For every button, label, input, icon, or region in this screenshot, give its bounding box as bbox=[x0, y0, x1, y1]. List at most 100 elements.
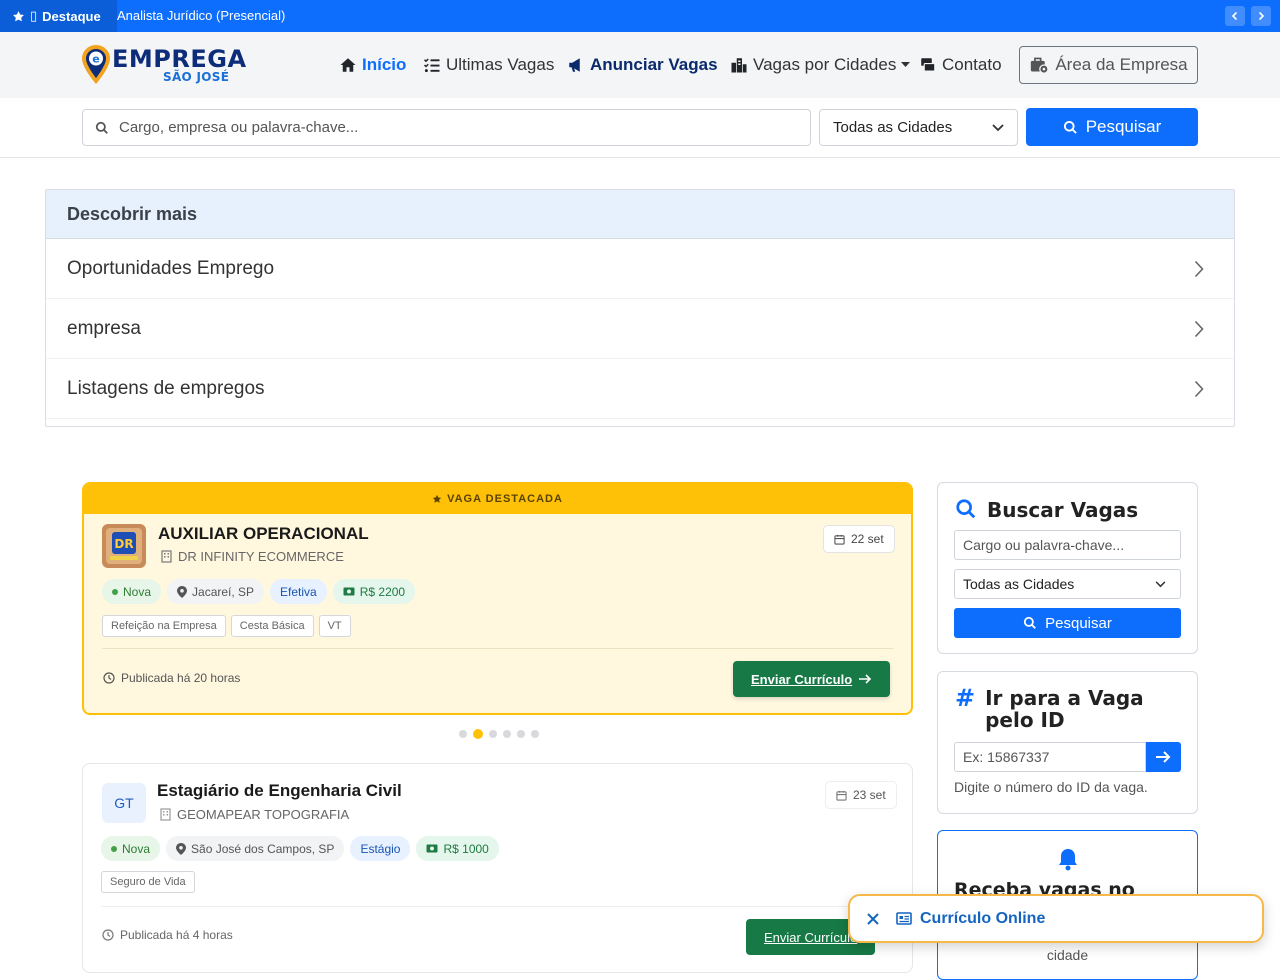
job-benefits: Refeição na Empresa Cesta Básica VT bbox=[102, 615, 351, 637]
tag-location: Jacareí, SP bbox=[167, 579, 265, 604]
tag-salary-label: R$ 2200 bbox=[359, 584, 406, 599]
tag-location: São José dos Campos, SP bbox=[166, 836, 345, 861]
ticker-prev-button[interactable] bbox=[1225, 6, 1245, 26]
chevron-right-icon bbox=[1194, 320, 1204, 337]
star-icon bbox=[13, 10, 24, 21]
carousel-dot[interactable] bbox=[489, 730, 497, 738]
job-card[interactable]: GT Estagiário de Engenharia Civil GEOMAP… bbox=[82, 763, 913, 973]
job-title[interactable]: AUXILIAR OPERACIONAL bbox=[158, 524, 369, 544]
job-company-name: GEOMAPEAR TOPOGRAFIA bbox=[177, 807, 350, 822]
online-resume-link[interactable]: Currículo Online bbox=[896, 910, 1045, 928]
job-published-label: Publicada há 4 horas bbox=[120, 928, 233, 942]
tag-salary-label: R$ 1000 bbox=[443, 841, 489, 856]
company-area-label: Área da Empresa bbox=[1055, 55, 1188, 74]
search-button[interactable]: Pesquisar bbox=[1026, 108, 1198, 146]
bookmark-glyph-icon: ▯ bbox=[30, 8, 38, 23]
new-dot-icon bbox=[111, 845, 117, 852]
send-resume-button[interactable]: Enviar Currículo bbox=[733, 661, 891, 697]
carousel-dot-active[interactable] bbox=[473, 729, 483, 739]
sidebar-search-title-label: Buscar Vagas bbox=[987, 498, 1139, 522]
company-logo-image: DR bbox=[102, 524, 146, 568]
company-area-button[interactable]: Área da Empresa bbox=[1019, 46, 1198, 84]
discover-item-label: empresa bbox=[67, 317, 141, 339]
online-resume-label: Currículo Online bbox=[920, 909, 1046, 927]
site-logo[interactable]: e EMPREGA SÃO JOSÉ bbox=[81, 44, 246, 86]
nav-label-contato: Contato bbox=[942, 55, 1002, 74]
new-dot-icon bbox=[112, 588, 118, 595]
svg-text:e: e bbox=[92, 53, 99, 66]
discover-item[interactable]: Oportunidades Emprego bbox=[46, 239, 1234, 299]
bell-icon bbox=[1059, 849, 1077, 871]
sidebar-id-title-label: Ir para a Vaga pelo ID bbox=[985, 686, 1144, 732]
floating-resume-bar: Currículo Online bbox=[848, 894, 1264, 943]
go-to-id-button[interactable] bbox=[1146, 742, 1181, 772]
company-logo: DR bbox=[102, 524, 146, 568]
job-published: Publicada há 20 horas bbox=[103, 671, 240, 685]
sidebar-search-input[interactable]: Cargo ou palavra-chave... bbox=[954, 530, 1181, 560]
tag-new-label: Nova bbox=[122, 841, 151, 856]
arrow-right-icon bbox=[859, 674, 872, 684]
sidebar-search-button[interactable]: Pesquisar bbox=[954, 608, 1181, 638]
job-benefits: Seguro de Vida bbox=[101, 871, 195, 893]
tag-contract-type: Efetiva bbox=[270, 579, 327, 604]
ticker-next-button[interactable] bbox=[1251, 6, 1271, 26]
city-buildings-icon bbox=[731, 58, 747, 73]
nav-label-ultimas-vagas: Ultimas Vagas bbox=[446, 55, 555, 74]
nav-link-inicio[interactable]: Início bbox=[339, 32, 406, 98]
featured-job-card[interactable]: VAGA DESTACADA DR AUXILIAR OPERACIONAL D… bbox=[82, 482, 913, 715]
calendar-icon bbox=[834, 534, 845, 545]
carousel-dot[interactable] bbox=[459, 730, 467, 738]
calendar-icon bbox=[836, 790, 847, 801]
tag-contract-type: Estágio bbox=[350, 836, 411, 861]
chevron-right-icon bbox=[1194, 380, 1204, 397]
nav-link-contato[interactable]: Contato bbox=[919, 32, 1002, 98]
card-divider bbox=[102, 648, 893, 649]
sidebar-city-select[interactable]: Todas as Cidades bbox=[954, 569, 1181, 599]
search-placeholder: Cargo, empresa ou palavra-chave... bbox=[119, 119, 359, 136]
job-company-name: DR INFINITY ECOMMERCE bbox=[178, 549, 344, 564]
job-title[interactable]: Estagiário de Engenharia Civil bbox=[157, 781, 402, 801]
featured-badge: ▯ Destaque bbox=[0, 0, 117, 32]
discover-item[interactable]: empresa bbox=[46, 299, 1234, 359]
money-icon bbox=[426, 844, 438, 853]
city-select[interactable]: Todas as Cidades bbox=[819, 109, 1018, 146]
megaphone-icon bbox=[569, 58, 580, 72]
carousel-dot[interactable] bbox=[517, 730, 525, 738]
nav-dropdown-cidades[interactable]: Vagas por Cidades bbox=[730, 32, 911, 98]
ticker-job-link[interactable]: Analista Jurídico (Presencial) bbox=[117, 0, 285, 32]
carousel-indicators bbox=[459, 729, 539, 739]
chevron-left-icon bbox=[1231, 11, 1238, 21]
location-pin-logo-icon: e bbox=[82, 45, 110, 84]
clock-icon bbox=[102, 929, 114, 941]
search-input[interactable]: Cargo, empresa ou palavra-chave... bbox=[82, 109, 811, 146]
chevron-right-icon bbox=[1194, 260, 1204, 277]
send-resume-label: Enviar Currículo bbox=[764, 929, 858, 945]
home-icon bbox=[340, 58, 356, 72]
discover-item-label: Oportunidades Emprego bbox=[67, 257, 275, 279]
chevron-down-icon bbox=[1155, 580, 1166, 587]
job-company: GEOMAPEAR TOPOGRAFIA bbox=[160, 807, 349, 822]
logo-text-main: EMPREGA bbox=[112, 45, 247, 73]
search-icon bbox=[95, 121, 108, 134]
sidebar-city-select-value: Todas as Cidades bbox=[963, 576, 1075, 592]
site-header: e EMPREGA SÃO JOSÉ Início Ultimas Vagas … bbox=[0, 32, 1280, 98]
logo-text-sub: SÃO JOSÉ bbox=[163, 70, 230, 84]
job-id-input[interactable]: Ex: 15867337 bbox=[954, 742, 1146, 772]
sidebar-id-title: # Ir para a Vaga pelo ID bbox=[955, 686, 1185, 732]
briefcase-gear-icon bbox=[1031, 57, 1049, 74]
city-select-value: Todas as Cidades bbox=[833, 119, 953, 136]
contact-icon bbox=[921, 58, 936, 72]
nav-link-anunciar-vagas[interactable]: Anunciar Vagas bbox=[567, 32, 718, 98]
benefit-chip: Cesta Básica bbox=[230, 615, 314, 637]
close-button[interactable] bbox=[850, 912, 896, 925]
arrow-right-icon bbox=[1156, 751, 1171, 763]
discover-item[interactable]: Listagens de empregos bbox=[46, 359, 1234, 419]
job-tags: Nova Jacareí, SP Efetiva R$ 2200 bbox=[102, 579, 416, 604]
carousel-dot[interactable] bbox=[503, 730, 511, 738]
tag-new: Nova bbox=[102, 579, 162, 604]
carousel-dot[interactable] bbox=[531, 730, 539, 738]
caret-down-icon bbox=[901, 62, 911, 67]
job-date: 23 set bbox=[853, 788, 886, 802]
nav-link-ultimas-vagas[interactable]: Ultimas Vagas bbox=[423, 32, 554, 98]
chevron-right-icon bbox=[1258, 11, 1265, 21]
